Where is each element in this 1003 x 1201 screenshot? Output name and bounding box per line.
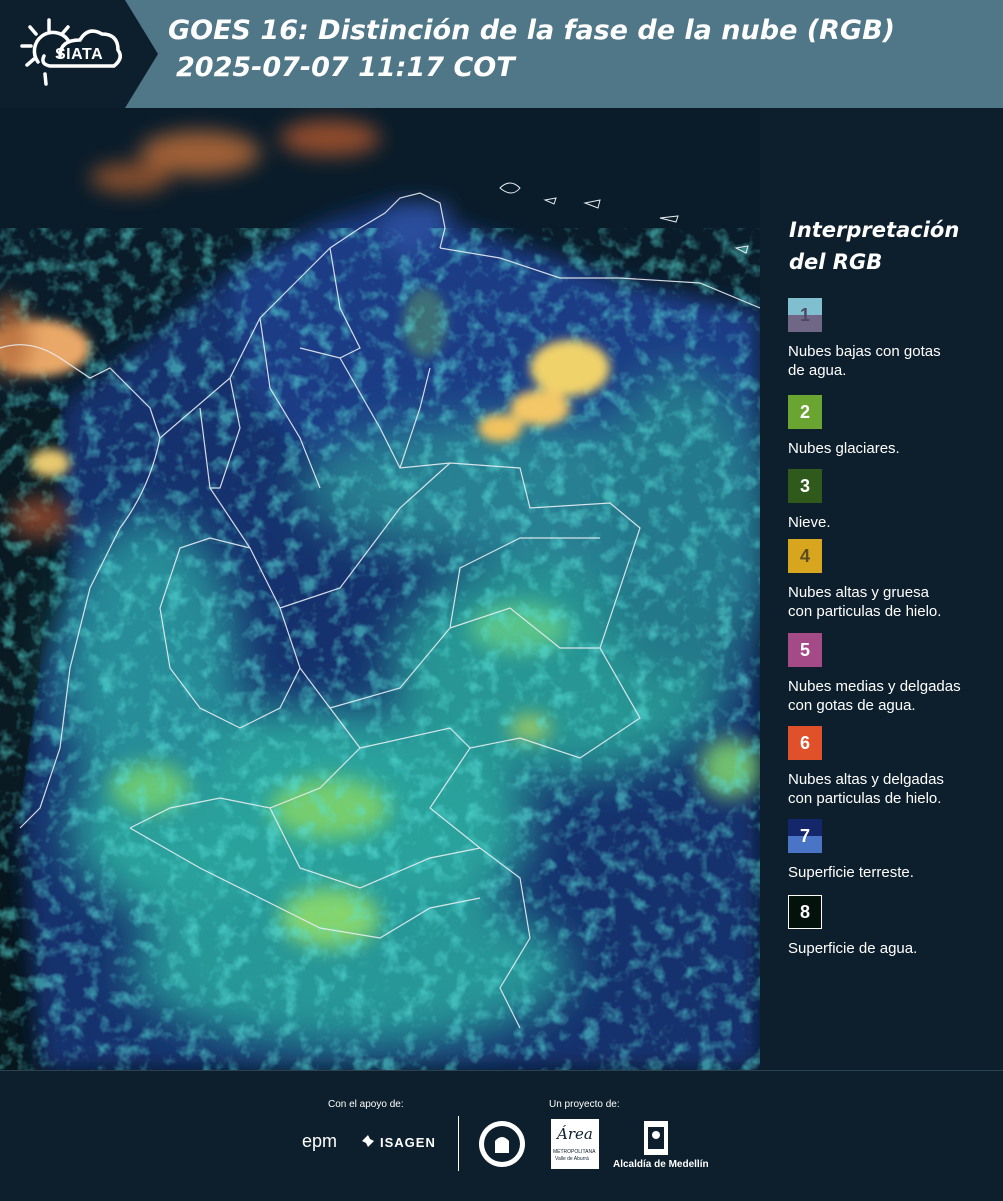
legend-label-6: Nubes altas y delgadas con particulas de …	[788, 770, 1003, 808]
alcaldia-label: Alcaldía de Medellín	[613, 1159, 709, 1170]
legend-panel: Interpretación del RGB 1 Nubes bajas con…	[770, 108, 1003, 1070]
legend-item-7: 7 Superficie terreste.	[788, 819, 1003, 882]
legend-swatch-2: 2	[788, 395, 822, 429]
footer-divider	[458, 1116, 459, 1171]
legend-label-8-line-1: Superficie de agua.	[788, 940, 918, 957]
legend-title-line-2: del RGB	[789, 250, 883, 274]
legend-label-4-line-1: Nubes altas y gruesa	[788, 584, 929, 601]
title-line-1: GOES 16: Distinción de la fase de la nub…	[168, 15, 895, 46]
legend-label-3-line-1: Nieve.	[788, 514, 831, 531]
legend-item-2: 2 Nubes glaciares.	[788, 395, 1003, 458]
area-logo-sub1: METROPOLITANA	[553, 1149, 596, 1155]
legend-swatch-7: 7	[788, 819, 822, 853]
page-title: GOES 16: Distinción de la fase de la nub…	[168, 12, 895, 86]
legend-item-8: 8 Superficie de agua.	[788, 895, 1003, 958]
legend-swatch-5: 5	[788, 633, 822, 667]
legend-number-7: 7	[799, 825, 810, 846]
legend-label-4: Nubes altas y gruesa con particulas de hi…	[788, 583, 1003, 621]
legend-label-7-line-1: Superficie terreste.	[788, 864, 914, 881]
legend-title: Interpretación del RGB	[789, 214, 959, 278]
isagen-label: ISAGEN	[380, 1135, 436, 1150]
satellite-map	[0, 108, 760, 1070]
legend-swatch-1: 1	[788, 298, 822, 332]
area-logo-sub2: Valle de Aburrá	[555, 1156, 589, 1162]
legend-label-5: Nubes medias y delgadas con gotas de agua…	[788, 677, 1003, 715]
legend-swatch-4: 4	[788, 539, 822, 573]
legend-number-1: 1	[799, 304, 810, 325]
legend-label-7: Superficie terreste.	[788, 863, 1003, 882]
legend-label-6-line-2: con particulas de hielo.	[788, 790, 942, 807]
legend-item-3: 3 Nieve.	[788, 469, 1003, 532]
header-bar: SIATA GOES 16: Distinción de la fase de …	[0, 0, 1003, 108]
legend-item-4: 4 Nubes altas y gruesa con particulas de …	[788, 539, 1003, 621]
legend-number-2: 2	[799, 401, 810, 422]
legend-swatch-6: 6	[788, 726, 822, 760]
area-metropolitana-logo: Área METROPOLITANA Valle de Aburrá	[551, 1119, 599, 1169]
legend-label-1: Nubes bajas con gotas de agua.	[788, 342, 1003, 380]
isagen-logo	[360, 1133, 376, 1154]
legend-label-6-line-1: Nubes altas y delgadas	[788, 771, 944, 788]
legend-label-3: Nieve.	[788, 513, 1003, 532]
area-logo-word: Área	[557, 1125, 593, 1143]
title-line-2: 2025-07-07 11:17 COT	[176, 52, 515, 83]
legend-number-5: 5	[799, 639, 810, 660]
legend-number-6: 6	[799, 732, 810, 753]
legend-title-line-1: Interpretación	[789, 218, 960, 242]
legend-swatch-3: 3	[788, 469, 822, 503]
legend-number-3: 3	[799, 475, 810, 496]
satellite-rgb-image	[0, 108, 760, 1070]
legend-item-1: 1 Nubes bajas con gotas de agua.	[788, 298, 1003, 380]
legend-label-5-line-2: con gotas de agua.	[788, 697, 916, 714]
legend-label-2-line-1: Nubes glaciares.	[788, 440, 900, 457]
seal-logo	[477, 1119, 527, 1174]
legend-item-6: 6 Nubes altas y delgadas con particulas d…	[788, 726, 1003, 808]
siata-logo: SIATA	[0, 0, 160, 108]
brand-name: SIATA	[55, 46, 104, 63]
legend-number-4: 4	[799, 545, 810, 566]
legend-item-5: 5 Nubes medias y delgadas con gotas de ag…	[788, 633, 1003, 715]
shield-icon	[644, 1121, 668, 1155]
legend-swatch-8: 8	[788, 895, 822, 929]
legend-label-2: Nubes glaciares.	[788, 439, 1003, 458]
support-label: Con el apoyo de:	[328, 1099, 404, 1110]
legend-label-4-line-2: con particulas de hielo.	[788, 603, 942, 620]
legend-label-8: Superficie de agua.	[788, 939, 1003, 958]
legend-number-8: 8	[799, 901, 810, 922]
alcaldia-shield	[642, 1119, 670, 1162]
legend-label-1-line-1: Nubes bajas con gotas	[788, 343, 941, 360]
legend-label-1-line-2: de agua.	[788, 362, 847, 379]
footer: Con el apoyo de: Un proyecto de: epm ISA…	[0, 1070, 1003, 1201]
isagen-mark-icon	[362, 1135, 374, 1147]
project-label: Un proyecto de:	[549, 1099, 620, 1110]
seal-icon	[479, 1121, 525, 1167]
legend-label-5-line-1: Nubes medias y delgadas	[788, 678, 961, 695]
epm-logo: epm	[302, 1131, 338, 1151]
